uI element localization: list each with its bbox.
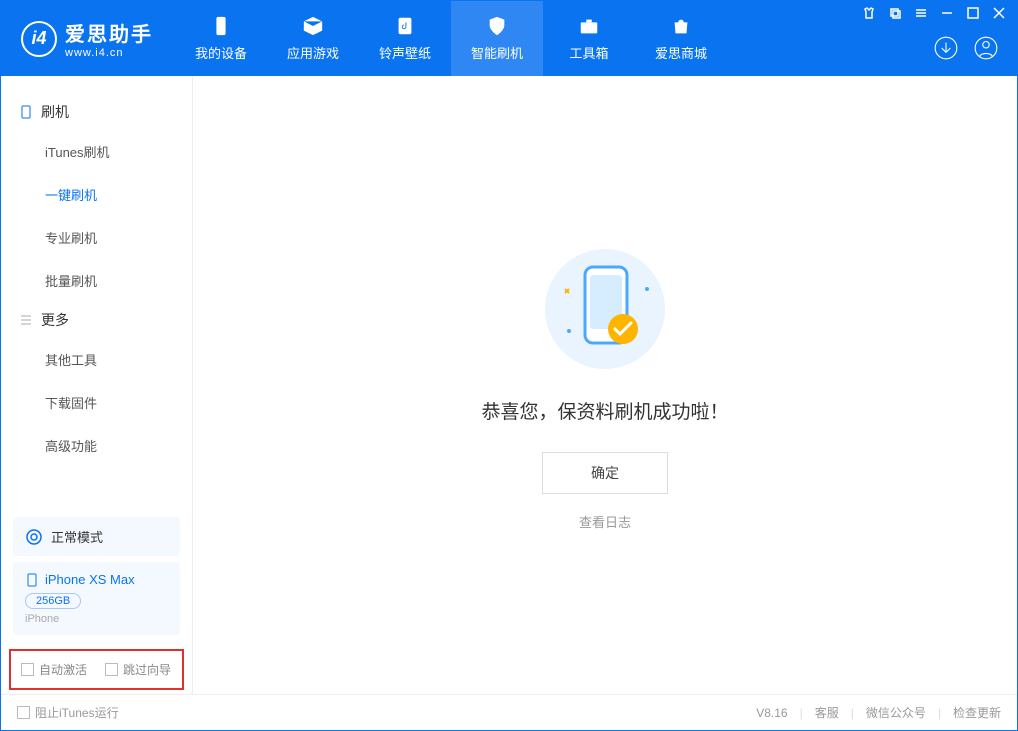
logo: i4 爱思助手 www.i4.cn [21, 18, 153, 59]
checkbox-skip-guide[interactable]: 跳过向导 [105, 661, 171, 678]
checkbox-label: 跳过向导 [123, 661, 171, 678]
sidebar-item-pro-flash[interactable]: 专业刷机 [1, 216, 192, 259]
bag-icon [670, 15, 692, 37]
device-capacity: 256GB [25, 593, 81, 609]
ok-button[interactable]: 确定 [542, 452, 668, 494]
tab-label: 我的设备 [195, 43, 247, 62]
menu-icon[interactable] [915, 7, 927, 19]
statusbar: 阻止iTunes运行 V8.16 | 客服 | 微信公众号 | 检查更新 [1, 694, 1017, 730]
app-website: www.i4.cn [65, 47, 153, 59]
footer-link-wechat[interactable]: 微信公众号 [866, 704, 926, 721]
view-log-link[interactable]: 查看日志 [579, 512, 631, 531]
phone-icon [210, 15, 232, 37]
cube-icon [302, 15, 324, 37]
sidebar-item-batch-flash[interactable]: 批量刷机 [1, 259, 192, 302]
footer-link-update[interactable]: 检查更新 [953, 704, 1001, 721]
sidebar-group-more: 更多 [1, 302, 192, 338]
version-label: V8.16 [756, 706, 787, 720]
briefcase-icon [578, 15, 600, 37]
layers-icon[interactable] [889, 7, 901, 19]
main-panel: 恭喜您，保资料刷机成功啦！ 确定 查看日志 [193, 76, 1017, 694]
sidebar-item-other-tools[interactable]: 其他工具 [1, 338, 192, 381]
titlebar: i4 爱思助手 www.i4.cn 我的设备 应用游戏 铃声壁纸 智能刷机 工具… [1, 1, 1017, 76]
tab-apps-games[interactable]: 应用游戏 [267, 1, 359, 76]
shirt-icon[interactable] [863, 7, 875, 19]
music-file-icon [394, 15, 416, 37]
tab-label: 铃声壁纸 [379, 43, 431, 62]
sync-icon [25, 528, 43, 546]
tab-smart-flash[interactable]: 智能刷机 [451, 1, 543, 76]
tab-label: 爱思商城 [655, 43, 707, 62]
device-type: iPhone [25, 613, 168, 625]
group-title-label: 刷机 [41, 102, 69, 122]
phone-small-icon [25, 573, 39, 587]
checkbox-label: 阻止iTunes运行 [35, 704, 119, 721]
sidebar-item-advanced[interactable]: 高级功能 [1, 424, 192, 467]
checkbox-box-icon [21, 663, 34, 676]
close-icon[interactable] [993, 7, 1005, 19]
mode-label: 正常模式 [51, 527, 103, 546]
maximize-icon[interactable] [967, 7, 979, 19]
checkbox-block-itunes[interactable]: 阻止iTunes运行 [17, 704, 119, 721]
success-illustration [535, 239, 675, 379]
minimize-icon[interactable] [941, 7, 953, 19]
window-controls [863, 7, 1005, 19]
checkbox-label: 自动激活 [39, 661, 87, 678]
device-box[interactable]: iPhone XS Max 256GB iPhone [13, 562, 180, 635]
options-row: 自动激活 跳过向导 [9, 649, 184, 690]
phone-outline-icon [19, 105, 33, 119]
checkbox-box-icon [105, 663, 118, 676]
sidebar-item-itunes-flash[interactable]: iTunes刷机 [1, 130, 192, 173]
footer-link-support[interactable]: 客服 [815, 704, 839, 721]
tab-label: 应用游戏 [287, 43, 339, 62]
tab-toolbox[interactable]: 工具箱 [543, 1, 635, 76]
sidebar-item-download-firmware[interactable]: 下载固件 [1, 381, 192, 424]
mode-box[interactable]: 正常模式 [13, 517, 180, 556]
sidebar-item-oneclick-flash[interactable]: 一键刷机 [1, 173, 192, 216]
tab-store[interactable]: 爱思商城 [635, 1, 727, 76]
checkbox-auto-activate[interactable]: 自动激活 [21, 661, 87, 678]
group-title-label: 更多 [41, 310, 69, 330]
sidebar-group-flash: 刷机 [1, 94, 192, 130]
device-name: iPhone XS Max [45, 572, 135, 587]
checkbox-box-icon [17, 706, 30, 719]
tab-ringtones-wallpapers[interactable]: 铃声壁纸 [359, 1, 451, 76]
sidebar: 刷机 iTunes刷机 一键刷机 专业刷机 批量刷机 更多 其他工具 下载固件 … [1, 76, 193, 694]
success-message: 恭喜您，保资料刷机成功啦！ [481, 397, 728, 424]
device-name-row: iPhone XS Max [25, 572, 168, 587]
tab-my-device[interactable]: 我的设备 [175, 1, 267, 76]
app-name: 爱思助手 [65, 18, 153, 47]
download-icon[interactable] [933, 35, 959, 61]
shield-refresh-icon [486, 15, 508, 37]
nav-tabs: 我的设备 应用游戏 铃声壁纸 智能刷机 工具箱 爱思商城 [175, 1, 727, 76]
user-icon[interactable] [973, 35, 999, 61]
tab-label: 工具箱 [569, 43, 608, 62]
tab-label: 智能刷机 [471, 43, 523, 62]
header-right [933, 35, 999, 61]
list-icon [19, 313, 33, 327]
app-logo-icon: i4 [21, 21, 57, 57]
